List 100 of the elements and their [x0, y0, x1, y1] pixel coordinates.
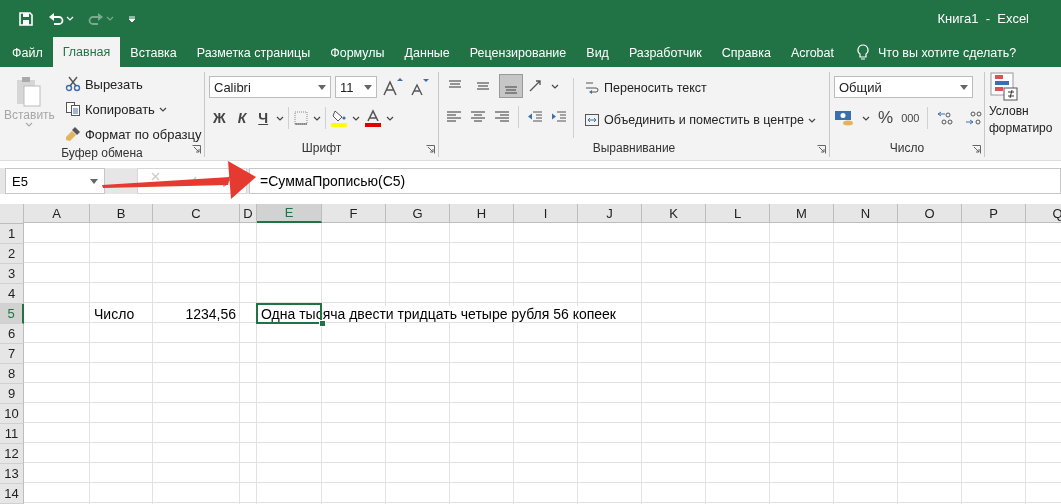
- column-header[interactable]: F: [322, 204, 386, 223]
- name-box[interactable]: E5: [5, 168, 105, 194]
- group-label: Выравнивание: [592, 141, 676, 157]
- column-header[interactable]: N: [834, 204, 898, 223]
- column-header[interactable]: H: [450, 204, 514, 223]
- caret-icon[interactable]: [386, 115, 395, 121]
- row-header[interactable]: 14: [0, 484, 24, 504]
- font-style-button[interactable]: Ч: [254, 110, 273, 126]
- font-name-field[interactable]: Calibri: [209, 76, 331, 98]
- percent-button[interactable]: %: [878, 108, 894, 128]
- merge-cells-icon[interactable]: [584, 112, 600, 128]
- column-header[interactable]: O: [898, 204, 962, 223]
- undo-icon[interactable]: [48, 10, 64, 27]
- dialog-launcher-icon[interactable]: [192, 145, 201, 154]
- column-header[interactable]: M: [770, 204, 834, 223]
- column-header[interactable]: L: [706, 204, 770, 223]
- caret-icon[interactable]: [90, 178, 98, 184]
- conditional-formatting-label[interactable]: форматиро: [989, 120, 1053, 136]
- row-header[interactable]: 6: [0, 324, 24, 344]
- column-header[interactable]: D: [240, 204, 257, 223]
- row-header[interactable]: 10: [0, 404, 24, 424]
- fill-handle[interactable]: [319, 320, 326, 327]
- ribbon-tab[interactable]: Формулы: [320, 39, 395, 67]
- clipboard-button[interactable]: Формат по образцу: [60, 122, 206, 146]
- caret-icon[interactable]: [862, 115, 870, 121]
- caret-icon[interactable]: [807, 117, 816, 123]
- ribbon-tab[interactable]: Главная: [52, 37, 121, 67]
- row-header[interactable]: 3: [0, 264, 24, 284]
- decrease-indent-icon[interactable]: [527, 109, 543, 125]
- ribbon-tab[interactable]: Справка: [711, 39, 781, 67]
- dialog-launcher-icon[interactable]: [426, 145, 435, 154]
- clipboard-button[interactable]: Копировать: [60, 97, 171, 121]
- ribbon-tab[interactable]: Разработчик: [618, 39, 712, 67]
- caret-icon[interactable]: [364, 84, 372, 90]
- column-header[interactable]: Q: [1026, 204, 1061, 223]
- row-header[interactable]: 5: [0, 304, 24, 324]
- caret-icon[interactable]: [960, 84, 968, 90]
- column-header[interactable]: B: [90, 204, 153, 223]
- ribbon-tab[interactable]: Данные: [394, 39, 460, 67]
- formula-field[interactable]: =СуммаПрописью(C5): [249, 168, 1061, 194]
- row-header[interactable]: 8: [0, 364, 24, 384]
- dialog-launcher-icon[interactable]: [817, 145, 826, 154]
- column-header[interactable]: I: [514, 204, 578, 223]
- ribbon-tab[interactable]: Вид: [576, 39, 619, 67]
- column-header[interactable]: K: [642, 204, 706, 223]
- font-size-field[interactable]: 11: [335, 76, 377, 98]
- column-header[interactable]: G: [386, 204, 450, 223]
- column-header[interactable]: E: [257, 204, 322, 223]
- row-header[interactable]: 13: [0, 464, 24, 484]
- column-header[interactable]: J: [578, 204, 642, 223]
- copy-icon[interactable]: [64, 101, 81, 117]
- column-header[interactable]: P: [962, 204, 1026, 223]
- align-right-icon[interactable]: [494, 109, 510, 125]
- ribbon-tab[interactable]: Файл: [2, 39, 53, 67]
- decrease-decimal-icon[interactable]: [964, 110, 985, 126]
- merge-center-button[interactable]: Объединить и поместить в центре: [580, 108, 820, 132]
- ribbon-tab[interactable]: Вставка: [120, 39, 187, 67]
- brush-icon[interactable]: [64, 126, 81, 142]
- clipboard-button[interactable]: Вырезать: [60, 72, 147, 96]
- font-style-button[interactable]: К: [233, 110, 251, 126]
- scissors-icon[interactable]: [64, 76, 81, 92]
- row-header[interactable]: 11: [0, 424, 24, 444]
- customize-icon[interactable]: [128, 13, 136, 24]
- window-title: Книга1 - Excel: [937, 11, 1029, 26]
- font-style-button[interactable]: Ж: [209, 110, 230, 126]
- save-icon[interactable]: [18, 10, 34, 27]
- conditional-formatting-icon[interactable]: [989, 72, 1019, 102]
- column-header[interactable]: C: [153, 204, 240, 223]
- thousands-button[interactable]: 000: [901, 112, 920, 124]
- wrap-text-button[interactable]: Переносить текст: [580, 76, 711, 100]
- dialog-launcher-icon[interactable]: [972, 145, 981, 154]
- row-header[interactable]: 1: [0, 224, 24, 244]
- ribbon-tab[interactable]: Рецензирование: [459, 39, 577, 67]
- wrap-text-icon[interactable]: [584, 80, 600, 96]
- ribbon-tab[interactable]: Acrobat: [780, 39, 844, 67]
- align-center-icon[interactable]: [470, 109, 486, 125]
- row-header[interactable]: 4: [0, 284, 24, 304]
- row-header[interactable]: 12: [0, 444, 24, 464]
- column-header[interactable]: A: [24, 204, 90, 223]
- number-format-field[interactable]: Общий: [834, 76, 973, 98]
- font-color-icon[interactable]: [364, 109, 383, 127]
- caret-icon[interactable]: [551, 83, 559, 89]
- conditional-formatting-label[interactable]: Условн: [989, 103, 1029, 119]
- align-left-icon[interactable]: [446, 109, 462, 125]
- row-header[interactable]: 9: [0, 384, 24, 404]
- caret-icon[interactable]: [318, 84, 326, 90]
- group-label: Шрифт: [301, 141, 342, 157]
- tell-me-field[interactable]: Что вы хотите сделать?: [877, 46, 1017, 60]
- row-header[interactable]: 2: [0, 244, 24, 264]
- fill-color-icon[interactable]: [330, 109, 349, 127]
- lightbulb-icon[interactable]: [855, 44, 870, 62]
- caret-icon[interactable]: [313, 115, 322, 121]
- caret-icon[interactable]: [158, 106, 167, 112]
- caret-icon[interactable]: [352, 115, 361, 121]
- increase-indent-icon[interactable]: [551, 109, 567, 125]
- currency-icon[interactable]: [834, 109, 854, 127]
- caret-icon[interactable]: [276, 115, 285, 121]
- grow-font-icon[interactable]: [381, 77, 403, 97]
- ribbon-tab[interactable]: Разметка страницы: [186, 39, 321, 67]
- row-header[interactable]: 7: [0, 344, 24, 364]
